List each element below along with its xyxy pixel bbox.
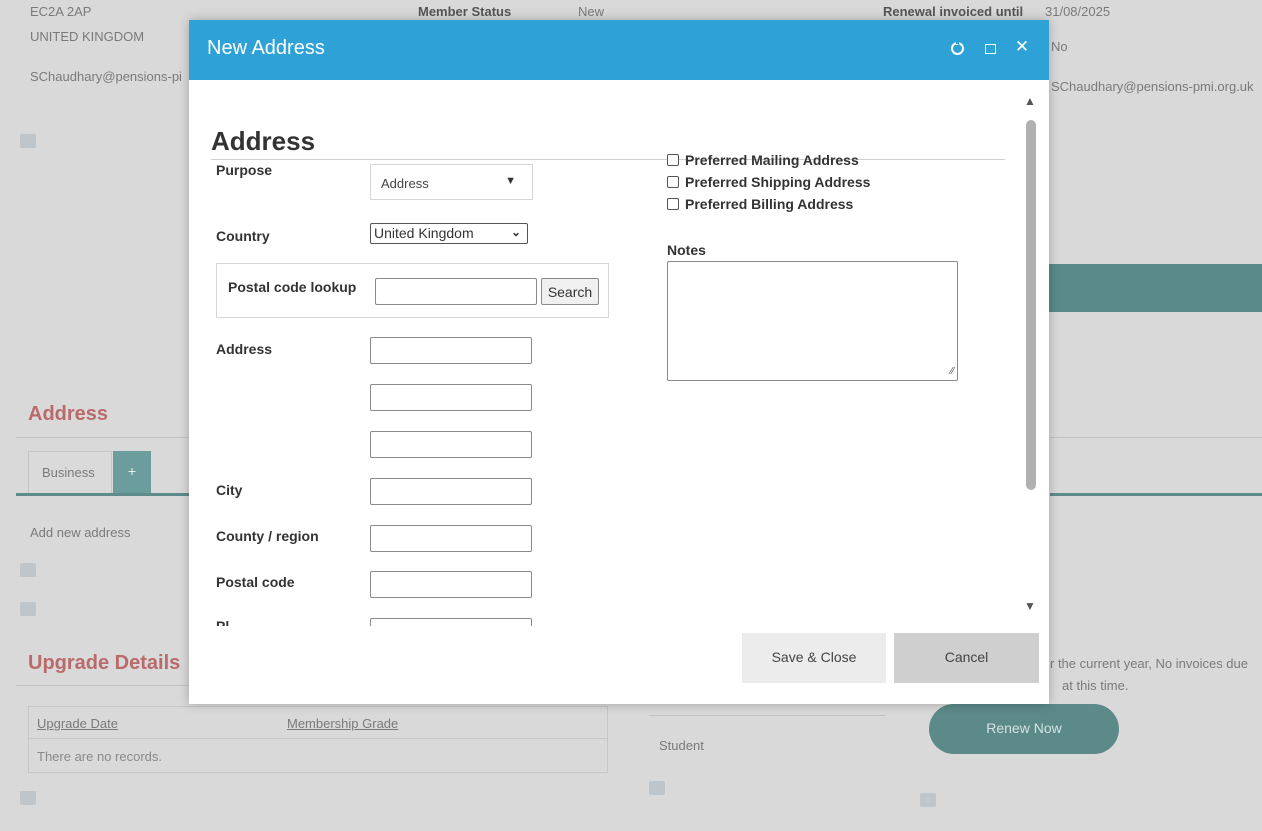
- tab-business[interactable]: Business: [28, 451, 112, 493]
- city-input[interactable]: [370, 478, 532, 505]
- note-icon[interactable]: [920, 793, 936, 807]
- invoice-message: r the current year, No invoices due: [1050, 656, 1248, 671]
- city-label: City: [216, 482, 243, 498]
- scroll-up-arrow-icon[interactable]: ▲: [1024, 94, 1036, 108]
- maximize-icon[interactable]: [979, 37, 1001, 61]
- form-divider: [211, 159, 1005, 160]
- dialog-title: New Address: [207, 37, 325, 59]
- divider: [649, 715, 886, 716]
- note-icon[interactable]: [20, 791, 36, 805]
- checkbox-label: Preferred Billing Address: [685, 196, 854, 212]
- country-label: Country: [216, 228, 270, 244]
- address-line2-input[interactable]: [370, 384, 532, 411]
- tab-underline: [16, 493, 190, 496]
- close-icon[interactable]: ✕: [1011, 37, 1033, 61]
- email-text: SChaudhary@pensions-pi: [30, 69, 182, 84]
- renewal-value: 31/08/2025: [1045, 4, 1111, 19]
- upgrade-section-title: Upgrade Details: [28, 652, 181, 674]
- postal-lookup-label: Postal code lookup: [228, 279, 357, 295]
- column-membership-grade[interactable]: Membership Grade: [287, 716, 398, 731]
- add-tab-button[interactable]: +: [113, 451, 151, 493]
- postal-lookup-panel: Postal code lookup Search: [216, 263, 609, 318]
- member-status-value: New: [578, 4, 605, 19]
- postal-code-label: Postal code: [216, 574, 295, 590]
- upgrade-table: Upgrade Date Membership Grade There are …: [28, 706, 608, 773]
- new-address-dialog: New Address ✕ Address Purpose Address ▼ …: [189, 20, 1049, 704]
- renew-now-button[interactable]: Renew Now: [929, 704, 1119, 754]
- postcode-text: EC2A 2AP: [30, 4, 92, 19]
- search-button[interactable]: Search: [541, 278, 599, 305]
- checkbox-box[interactable]: [667, 198, 679, 210]
- note-icon[interactable]: [20, 563, 36, 577]
- postal-code-input[interactable]: [370, 571, 532, 598]
- address-line3-input[interactable]: [370, 431, 532, 458]
- renewal-label: Renewal invoiced until: [883, 4, 1024, 19]
- country-selected-value: United Kingdom: [374, 225, 474, 241]
- tab-business-label: Business: [42, 465, 95, 480]
- purpose-select[interactable]: Address ▼: [370, 164, 533, 200]
- address-label: Address: [216, 341, 273, 357]
- purpose-selected-value: Address: [381, 176, 429, 191]
- dialog-header: New Address ✕: [189, 20, 1049, 80]
- address-section-title: Address: [28, 403, 109, 425]
- form-title: Address: [211, 126, 316, 156]
- divider: [1050, 437, 1262, 438]
- note-icon[interactable]: [20, 134, 36, 148]
- preferred-billing-checkbox[interactable]: Preferred Billing Address: [667, 196, 853, 212]
- resize-grip-icon[interactable]: ⁄⁄: [951, 366, 954, 377]
- column-upgrade-date[interactable]: Upgrade Date: [37, 716, 118, 731]
- dialog-body: Address Purpose Address ▼ Country United…: [189, 80, 1021, 626]
- preferred-mailing-checkbox[interactable]: Preferred Mailing Address: [667, 152, 859, 168]
- member-status-label: Member Status: [418, 4, 512, 19]
- invoice-message-cont: at this time.: [1062, 678, 1129, 693]
- address-line1-input[interactable]: [370, 337, 532, 364]
- dropdown-arrow-icon: ▼: [505, 175, 516, 187]
- divider: [16, 437, 190, 438]
- phone-label: Pl: [216, 618, 230, 626]
- note-icon[interactable]: [649, 781, 665, 795]
- country-text: UNITED KINGDOM: [30, 29, 145, 44]
- grade-value: Student: [659, 738, 704, 753]
- refresh-icon[interactable]: [946, 37, 968, 61]
- county-label: County / region: [216, 528, 319, 544]
- postal-lookup-input[interactable]: [375, 278, 537, 305]
- phone-input[interactable]: [370, 618, 532, 626]
- checkbox-box[interactable]: [667, 154, 679, 166]
- county-input[interactable]: [370, 525, 532, 552]
- note-icon[interactable]: [20, 602, 36, 616]
- checkbox-label: Preferred Shipping Address: [685, 174, 871, 190]
- teal-banner: [1040, 264, 1262, 312]
- purpose-label: Purpose: [216, 162, 273, 178]
- checkbox-box[interactable]: [667, 176, 679, 188]
- save-and-close-button[interactable]: Save & Close: [742, 633, 886, 683]
- notes-label: Notes: [667, 242, 706, 258]
- add-new-address-link[interactable]: Add new address: [30, 525, 130, 540]
- notes-textarea[interactable]: ⁄⁄: [667, 261, 958, 381]
- scrollbar-thumb[interactable]: [1026, 120, 1036, 490]
- tab-underline: [1050, 493, 1262, 496]
- checkbox-label: Preferred Mailing Address: [685, 152, 859, 168]
- cancel-button[interactable]: Cancel: [894, 633, 1039, 683]
- empty-table-text: There are no records.: [37, 749, 163, 764]
- email-right-text: SChaudhary@pensions-pmi.org.uk: [1051, 79, 1254, 94]
- table-header: Upgrade Date Membership Grade: [29, 707, 607, 739]
- country-select[interactable]: United Kingdom ⌄: [370, 223, 528, 244]
- divider: [16, 685, 190, 686]
- scroll-down-arrow-icon[interactable]: ▼: [1024, 599, 1036, 613]
- chevron-down-icon: ⌄: [510, 225, 521, 239]
- flag-value: No: [1051, 39, 1068, 54]
- preferred-shipping-checkbox[interactable]: Preferred Shipping Address: [667, 174, 870, 190]
